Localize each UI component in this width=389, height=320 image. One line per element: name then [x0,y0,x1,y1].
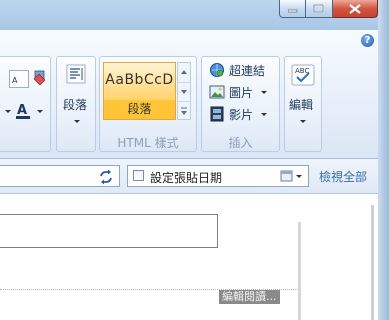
gallery-down-icon[interactable] [178,82,190,102]
refresh-icon[interactable] [98,169,114,185]
gallery-scroller[interactable] [177,62,191,120]
edit-button-label[interactable]: 編輯 [289,96,313,113]
paragraph-dropdown-icon[interactable] [74,120,80,123]
set-paste-date-checkbox[interactable] [133,170,144,181]
view-all-link[interactable]: 檢視全部 [319,168,367,185]
maximize-button[interactable] [306,0,333,18]
edit-dropdown-icon[interactable] [300,120,306,123]
svg-text:A: A [17,103,27,118]
page-scrollbar[interactable] [371,205,374,320]
dropdown-arrow-icon[interactable] [5,110,11,113]
style-sample-text: AaBbCcD [105,72,174,88]
paragraph-button-label[interactable]: 段落 [63,96,87,113]
set-paste-date-combo[interactable]: 設定張貼日期 [127,165,309,187]
hyperlink-icon [209,62,225,78]
close-button[interactable] [333,0,378,18]
eraser-icon[interactable] [31,70,47,86]
edit-html-link[interactable]: 編輯閱讀... [219,290,280,304]
content-area [0,194,378,320]
title-input[interactable] [0,214,218,248]
video-button[interactable]: 影片 [229,106,253,123]
minimize-button[interactable] [279,0,306,18]
hyperlink-button[interactable]: 超連結 [229,62,265,79]
shrink-font-icon[interactable]: A [9,70,29,88]
window-frame-right [378,0,389,320]
picture-dropdown-icon[interactable] [261,91,267,94]
insert-group-label: 插入 [228,136,253,150]
style-caption: 段落 [104,100,175,119]
calendar-dropdown-icon[interactable] [279,168,307,184]
picture-button[interactable]: 圖片 [229,84,253,101]
gallery-up-icon[interactable] [178,63,190,83]
paragraph-icon[interactable] [66,64,86,84]
minimize-icon [287,9,297,12]
set-paste-date-label: 設定張貼日期 [150,171,223,185]
maximize-icon [313,4,324,13]
style-gallery-item[interactable]: AaBbCcD 段落 [103,62,176,120]
video-icon [209,106,225,122]
picture-icon [209,84,225,100]
help-icon[interactable]: ? [361,34,374,47]
svg-text:A: A [12,76,18,85]
font-color-icon[interactable]: A [15,101,39,121]
close-icon [349,3,361,14]
font-color-dropdown-icon[interactable] [37,110,43,113]
editor-scrollbar[interactable] [298,222,301,320]
video-dropdown-icon[interactable] [261,113,267,116]
spellcheck-icon[interactable]: ABC [291,64,315,86]
gallery-more-icon[interactable] [178,101,190,120]
html-style-group-label: HTML 樣式 [117,136,179,150]
